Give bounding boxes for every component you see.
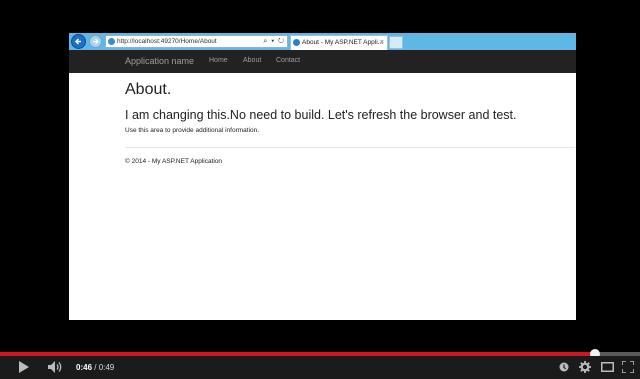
browser-window: http://localhost:49270/Home/About ⌕ ▾ ↻ …	[69, 33, 576, 320]
page-globe-icon	[108, 38, 115, 45]
nav-link-home[interactable]: Home	[209, 57, 228, 64]
navbar-brand[interactable]: Application name	[125, 56, 194, 66]
page-info-text: Use this area to provide additional info…	[125, 127, 260, 134]
tab-close-icon[interactable]: ×	[380, 36, 384, 49]
forward-arrow-icon	[93, 38, 99, 45]
address-bar[interactable]: http://localhost:49270/Home/About ⌕ ▾ ↻	[105, 35, 288, 48]
play-icon[interactable]	[18, 361, 29, 373]
browser-tab-about[interactable]: About - My ASP.NET Appli... ×	[290, 35, 388, 50]
back-arrow-icon	[75, 38, 81, 45]
fullscreen-icon[interactable]	[622, 361, 634, 373]
back-button[interactable]	[71, 34, 86, 49]
new-tab-button[interactable]	[389, 36, 403, 49]
time-separator: /	[92, 363, 99, 372]
forward-button[interactable]	[89, 35, 102, 48]
page-lead-text: I am changing this.No need to build. Let…	[125, 108, 517, 122]
site-navbar: Application name Home About Contact	[69, 50, 576, 73]
duration: 0:49	[98, 363, 115, 372]
current-time: 0:46	[76, 363, 93, 372]
volume-icon[interactable]	[48, 361, 64, 373]
player-controls: 0:46 / 0:49	[0, 356, 640, 379]
theater-mode-icon[interactable]	[601, 362, 614, 372]
page-title: About.	[125, 81, 172, 98]
nav-link-contact[interactable]: Contact	[276, 57, 300, 64]
tab-title: About - My ASP.NET Appli...	[302, 39, 384, 46]
settings-gear-icon[interactable]	[579, 361, 591, 373]
address-search-refresh-icons[interactable]: ⌕ ▾ ↻	[263, 36, 285, 47]
tab-favicon-icon	[293, 39, 300, 46]
address-url: http://localhost:49270/Home/About	[117, 38, 217, 45]
browser-toolbar: http://localhost:49270/Home/About ⌕ ▾ ↻ …	[69, 33, 576, 50]
video-frame[interactable]: http://localhost:49270/Home/About ⌕ ▾ ↻ …	[0, 0, 640, 348]
nav-link-about[interactable]: About	[243, 57, 261, 64]
footer-divider	[125, 147, 575, 148]
time-display: 0:46 / 0:49	[76, 363, 114, 372]
page-footer: © 2014 - My ASP.NET Application	[125, 158, 223, 165]
info-icon[interactable]	[559, 362, 569, 372]
